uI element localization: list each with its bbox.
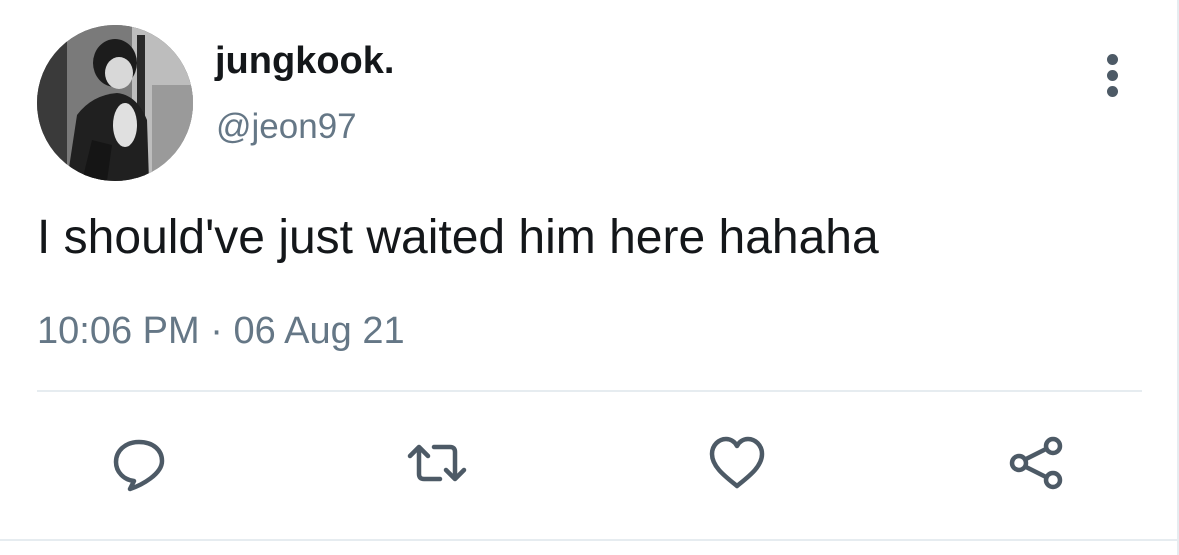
avatar-photo xyxy=(37,25,193,181)
tweet-time: 10:06 PM xyxy=(37,310,200,352)
reply-icon xyxy=(113,439,165,492)
display-name[interactable]: jungkook. xyxy=(215,40,394,83)
tweet-date: 06 Aug 21 xyxy=(233,310,405,352)
divider xyxy=(37,390,1142,392)
tweet-text: I should've just waited him here hahaha xyxy=(37,211,879,264)
avatar[interactable] xyxy=(37,25,193,181)
more-vertical-icon[interactable] xyxy=(1098,50,1128,100)
card-border-bottom xyxy=(0,539,1179,541)
share-button[interactable] xyxy=(1005,432,1067,494)
heart-icon xyxy=(709,436,765,489)
tweet-card: jungkook. @jeon97 I should've just waite… xyxy=(0,0,1179,555)
retweet-icon xyxy=(407,444,467,482)
tweet-timestamp[interactable]: 10:06 PM · 06 Aug 21 xyxy=(37,310,405,353)
timestamp-separator: · xyxy=(210,310,223,352)
share-icon xyxy=(1009,436,1063,490)
user-handle[interactable]: @jeon97 xyxy=(216,107,357,147)
retweet-button[interactable] xyxy=(406,432,468,494)
like-button[interactable] xyxy=(706,432,768,494)
reply-button[interactable] xyxy=(108,432,170,494)
